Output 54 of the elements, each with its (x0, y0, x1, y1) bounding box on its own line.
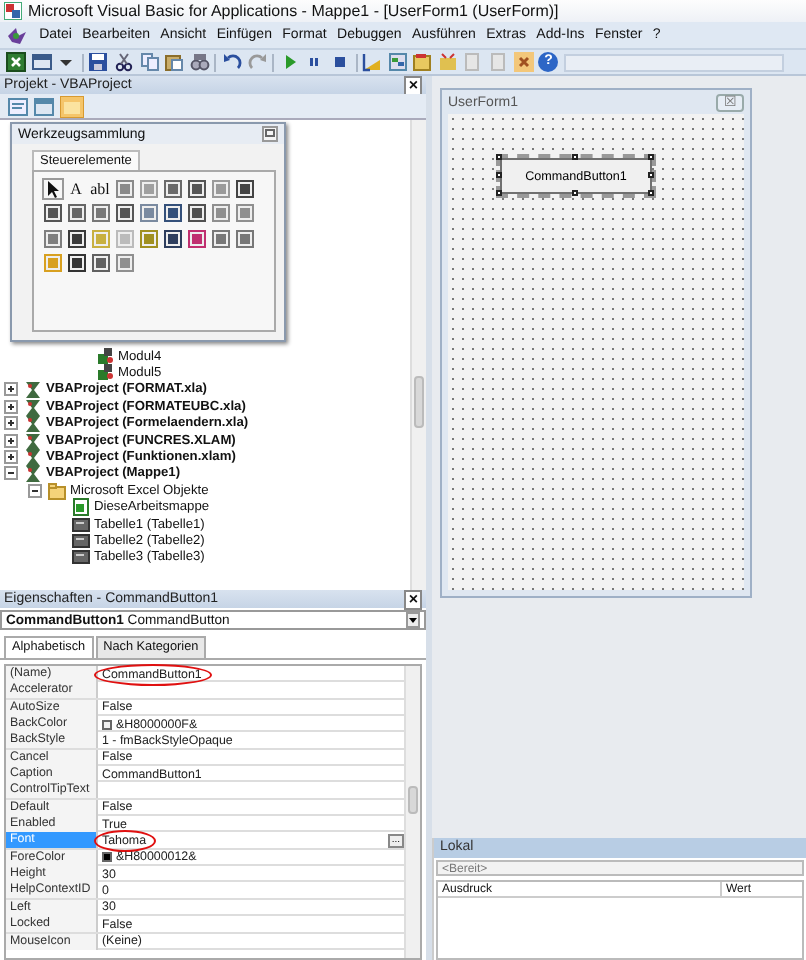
project-icon (24, 380, 42, 399)
scrollbar[interactable] (410, 120, 426, 590)
resize-handle[interactable] (496, 172, 502, 178)
expand-icon[interactable] (4, 399, 18, 414)
explorer-icon[interactable] (387, 52, 408, 72)
tool-button[interactable]: A (70, 179, 82, 198)
scissors-icon[interactable] (113, 52, 134, 72)
sheet-icon (72, 515, 90, 534)
app-icon (4, 2, 22, 20)
resize-handle[interactable] (496, 154, 502, 160)
save-icon[interactable] (88, 52, 109, 72)
resize-handle[interactable] (648, 190, 654, 196)
close-button[interactable]: × (404, 589, 422, 609)
scrollbar[interactable] (404, 666, 420, 958)
code-view-icon[interactable] (8, 97, 28, 115)
tool-button[interactable]: abl (90, 179, 110, 198)
collapse-icon[interactable] (4, 466, 18, 481)
form-view-icon[interactable] (34, 97, 54, 115)
project-icon (24, 397, 42, 416)
stop-icon[interactable] (329, 52, 350, 72)
resize-handle[interactable] (572, 190, 578, 196)
expand-icon[interactable] (4, 416, 18, 431)
collapse-icon[interactable] (28, 483, 42, 498)
expand-icon[interactable] (4, 382, 18, 397)
binoculars-icon[interactable] (189, 52, 210, 72)
window-title: Microsoft Visual Basic for Applications - Mappe1 - [UserForm1 (UserForm)] (28, 2, 559, 20)
expand-icon[interactable] (4, 450, 18, 465)
project-icon (24, 464, 42, 483)
expand-icon[interactable] (4, 433, 18, 448)
project-icon (24, 414, 42, 433)
close-button[interactable]: × (404, 75, 422, 95)
object-browser-icon[interactable] (437, 52, 458, 72)
module-icon (96, 347, 114, 366)
project-icon (24, 448, 42, 467)
resize-handle[interactable] (496, 190, 502, 196)
sheet-icon (72, 532, 90, 550)
workbook-icon (72, 498, 90, 517)
vba-icon[interactable] (6, 25, 28, 45)
design-icon[interactable] (362, 52, 383, 72)
excel-icon[interactable] (6, 52, 26, 72)
project-icon (24, 431, 42, 450)
pointer-icon[interactable] (43, 179, 61, 198)
sheet-icon (72, 548, 90, 567)
module-icon (96, 364, 114, 383)
properties-icon[interactable] (412, 52, 433, 72)
undo-icon[interactable] (221, 52, 242, 72)
paste-icon[interactable] (164, 52, 185, 72)
resize-handle[interactable] (648, 172, 654, 178)
restore-icon[interactable] (262, 126, 278, 142)
resize-handle[interactable] (572, 154, 578, 160)
dropdown-icon[interactable] (406, 612, 420, 628)
form-icon[interactable] (31, 52, 52, 72)
folder-icon (48, 481, 66, 500)
resize-handle[interactable] (648, 154, 654, 160)
